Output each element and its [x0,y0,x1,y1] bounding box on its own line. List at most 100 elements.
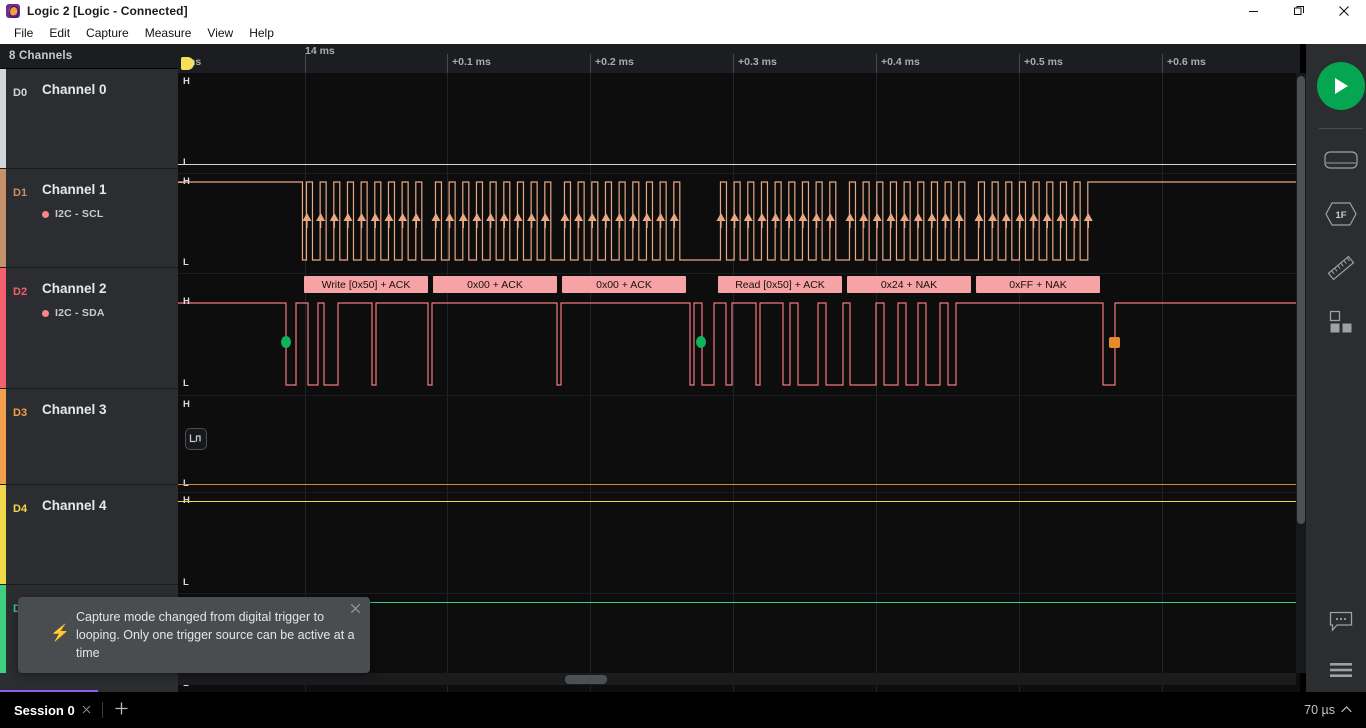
ruler-tick [590,54,591,73]
edge-transition-icon-badge[interactable] [185,428,207,450]
lane-d1[interactable]: H L [178,174,1300,273]
channel-count-label: 8 Channels [9,50,73,62]
menu-edit[interactable]: Edit [41,24,78,42]
vertical-scrollbar[interactable] [1297,76,1305,524]
plus-icon [115,702,128,715]
channel-color-bar-d1 [0,169,6,267]
channel-row-d1[interactable]: D1 Channel 1 I2C - SCL [0,169,178,268]
channels-panel: 8 Channels D0 Channel 0 D1 Channel 1 I2C… [0,44,178,692]
channel-color-bar-d4 [0,485,6,584]
zoom-menu-button[interactable] [1341,704,1352,716]
lane-d0[interactable]: H L [178,73,1300,173]
channel-name-d0[interactable]: Channel 0 [42,82,107,97]
lane-high-label-d3: H [183,399,190,410]
i2c-frame-label: 0xFF + NAK [1009,278,1067,291]
i2c-frame[interactable]: 0x00 + ACK [562,276,686,293]
channel-id-d0: D0 [13,87,28,99]
close-button[interactable] [1321,0,1366,22]
signal-trace-d0 [178,164,1300,166]
i2c-frame-label: Write [0x50] + ACK [321,278,411,291]
minimize-button[interactable] [1231,0,1276,22]
menu-measure[interactable]: Measure [137,24,200,42]
channel-name-d2[interactable]: Channel 2 [42,281,107,296]
horizontal-scrollbar[interactable] [565,675,607,684]
channel-id-d3: D3 [13,407,28,419]
lane-low-label-d4: L [183,577,189,588]
zoom-level-label: 70 µs [1304,703,1335,717]
ruler-tick [733,54,734,73]
hamburger-icon [1330,663,1352,677]
ruler-major-label: 14 ms [305,45,335,57]
analyzer-tag-d2[interactable]: I2C - SDA [42,307,105,319]
i2c-frame[interactable]: 0x00 + ACK [433,276,557,293]
i2c-frame-label: 0x24 + NAK [880,278,938,291]
horizontal-scrollbar-track[interactable] [178,673,1296,685]
logic2-window: Logic 2 [Logic - Connected] File Edit Ca… [0,0,1366,728]
lane-d4[interactable]: H L [178,493,1300,593]
i2c-frame[interactable]: 0x24 + NAK [847,276,971,293]
channel-color-bar-d3 [0,389,6,484]
minimize-icon [1249,10,1258,12]
analyzer-hex-text: 1F [1335,210,1346,221]
notification-toast[interactable]: ⚡ Capture mode changed from digital trig… [18,597,370,673]
channel-row-d0[interactable]: D0 Channel 0 [0,69,178,169]
menu-file[interactable]: File [6,24,41,42]
rail-divider [1319,128,1363,129]
analyzers-icon[interactable]: 1F [1320,196,1362,232]
channel-name-d4[interactable]: Channel 4 [42,498,107,513]
measurements-icon[interactable] [1320,250,1362,286]
session-tab[interactable]: Session 0 [14,703,91,718]
channel-name-d3[interactable]: Channel 3 [42,402,107,417]
saleae-logo-icon [6,4,20,18]
menu-view[interactable]: View [199,24,241,42]
menu-bar: File Edit Capture Measure View Help [0,22,1366,44]
session-tab-label: Session 0 [14,702,75,718]
ruler-label-2: +0.2 ms [595,56,634,68]
restore-icon [1293,6,1304,15]
ruler-label-3: +0.3 ms [738,56,777,68]
start-capture-button[interactable] [1317,62,1365,110]
channel-row-d4[interactable]: D4 Channel 4 [0,485,178,585]
ruler-icon [1327,255,1355,281]
channel-id-d2: D2 [13,286,28,298]
start-condition-marker[interactable] [281,336,291,348]
maximize-button[interactable] [1276,0,1321,22]
lane-d3[interactable]: H L [178,396,1300,492]
channel-id-d1: D1 [13,187,28,199]
start-condition-marker[interactable] [696,336,706,348]
device-icon [1324,151,1358,169]
menu-capture[interactable]: Capture [78,24,137,42]
notification-message: Capture mode changed from digital trigge… [76,610,355,660]
bottom-bar-divider [101,702,103,718]
ruler-label-6: +0.6 ms [1167,56,1206,68]
lane-low-label-d0: L [183,157,189,168]
signal-trace-d1-scl [178,181,1300,261]
lightning-bolt-icon: ⚡ [50,625,70,642]
notes-icon[interactable] [1320,604,1362,640]
channel-name-d1[interactable]: Channel 1 [42,182,107,197]
channel-row-d3[interactable]: D3 Channel 3 [0,389,178,485]
analyzer-label-d1: I2C - SCL [55,208,104,220]
device-settings-icon[interactable] [1320,142,1362,178]
level-tick-high-d1 [178,182,186,183]
extensions-icon[interactable] [1320,304,1362,340]
bottom-bar: Session 0 70 µs [0,692,1366,728]
timeline-ruler[interactable]: 14 ms +0.1 ms +0.2 ms +0.3 ms +0.4 ms +0… [178,44,1300,73]
close-icon [82,705,91,714]
i2c-frame[interactable]: Write [0x50] + ACK [304,276,428,293]
ruler-tick [447,54,448,73]
i2c-frame[interactable]: 0xFF + NAK [976,276,1100,293]
trigger-marker-icon[interactable] [181,57,194,70]
menu-icon[interactable] [1320,652,1362,688]
add-session-button[interactable] [114,701,129,719]
i2c-frame[interactable]: Read [0x50] + ACK [718,276,842,293]
channel-color-bar-d0 [0,69,6,168]
channel-row-d2[interactable]: D2 Channel 2 I2C - SDA [0,268,178,389]
comment-icon [1329,611,1353,632]
stop-condition-marker[interactable] [1109,337,1120,348]
analyzer-tag-d1[interactable]: I2C - SCL [42,208,103,220]
session-close-button[interactable] [82,703,91,717]
menu-help[interactable]: Help [241,24,282,42]
play-icon [1335,78,1348,94]
notification-close-button[interactable] [348,601,362,615]
